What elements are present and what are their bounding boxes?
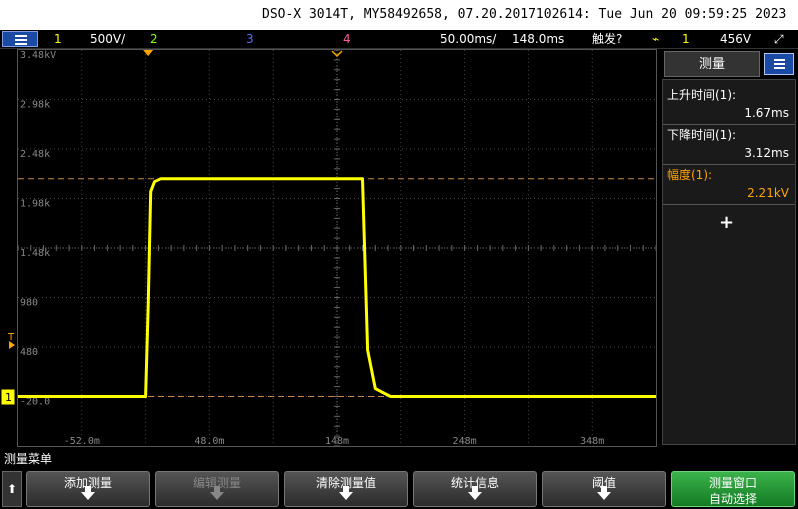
acquisition-icon: ⤢ xyxy=(774,32,784,46)
measure-rise-label: 上升时间(1): xyxy=(667,88,737,102)
ch2-number[interactable]: 2 xyxy=(150,30,158,48)
measure-fall-label: 下降时间(1): xyxy=(667,128,737,142)
x-tick-label: 248m xyxy=(453,436,477,446)
trigger-time-marker xyxy=(143,50,154,56)
top-markers xyxy=(143,50,343,58)
measure-fall-value: 3.12ms xyxy=(744,146,789,160)
window-title: DSO-X 3014T, MY58492658, 07.20.201710261… xyxy=(262,7,787,22)
y-tick-label: -20.0 xyxy=(20,397,50,408)
trigger-marker-label: T xyxy=(7,332,15,343)
timebase-scale[interactable]: 50.00ms/ xyxy=(440,30,496,48)
main-menu-icon[interactable] xyxy=(2,31,38,47)
softkey-label: 测量窗口 xyxy=(708,476,757,490)
arrow-down-icon xyxy=(468,486,482,500)
ch1-scale[interactable]: 500V/ xyxy=(90,30,125,48)
menu-title: 测量菜单 xyxy=(4,452,53,466)
tab-measure[interactable]: 测量 xyxy=(664,51,760,77)
add-measurement-icon[interactable]: + xyxy=(719,212,734,233)
measure-amplitude-label: 幅度(1): xyxy=(667,168,713,182)
x-tick-label: -52.0m xyxy=(64,436,100,446)
y-tick-label: 3.48kV xyxy=(20,50,56,61)
trigger-level[interactable]: 456V xyxy=(720,30,751,48)
y-tick-label: 2.98k xyxy=(20,100,50,111)
arrow-down-icon xyxy=(81,486,95,500)
measurement-window-button[interactable]: 测量窗口 自动选择 xyxy=(671,471,795,507)
y-tick-label: 1.48k xyxy=(20,248,50,259)
y-tick-label: 1.98k xyxy=(20,199,50,210)
y-tick-label: 980 xyxy=(20,298,38,309)
y-tick-label: 2.48k xyxy=(20,149,50,160)
side-menu-icon[interactable] xyxy=(764,53,794,75)
ch3-number[interactable]: 3 xyxy=(246,30,254,48)
left-markers: T 1 xyxy=(0,332,16,406)
ground-marker-label: 1 xyxy=(5,391,12,404)
status-bar: 1 500V/ 2 3 4 50.00ms/ 148.0ms 触发? ⌁ 1 4… xyxy=(0,30,798,49)
trigger-level-marker[interactable]: T xyxy=(7,332,15,349)
measurement-panel: 测量 上升时间(1): 1.67ms 下降时间(1): 3.12ms 幅度(1)… xyxy=(660,49,798,447)
statistics-button[interactable]: 统计信息 xyxy=(413,471,537,507)
trigger-edge-icon: ⌁ xyxy=(652,32,660,46)
waveform-display[interactable]: 3.48kV 2.98k 2.48k 1.98k 1.48k 980 480 -20.0 -5… xyxy=(17,49,657,447)
arrow-down-icon xyxy=(597,486,611,500)
time-delay[interactable]: 148.0ms xyxy=(512,30,564,48)
threshold-button[interactable]: 阈值 xyxy=(542,471,666,507)
x-tick-label: 348m xyxy=(580,436,604,446)
x-tick-label: 148m xyxy=(325,436,349,446)
y-tick-label: 480 xyxy=(20,347,38,358)
x-tick-label: 48.0m xyxy=(194,436,224,446)
x-axis-labels: -52.0m 48.0m 148m 248m 348m xyxy=(64,436,605,447)
menu-up-button[interactable]: ⬆ xyxy=(2,471,22,507)
arrow-down-icon xyxy=(210,486,224,500)
title-bar: DSO-X 3014T, MY58492658, 07.20.201710261… xyxy=(0,0,798,30)
menu-title-bar: 测量菜单 xyxy=(0,450,798,468)
trigger-mode[interactable]: 触发? xyxy=(592,30,622,48)
softkey-bar: ⬆ 添加测量 编辑测量 清除测量值 统计信息 阈值 测量窗口 自动选择 xyxy=(0,469,798,509)
add-measurement-button[interactable]: 添加测量 xyxy=(26,471,150,507)
softkey-sublabel: 自动选择 xyxy=(708,492,757,506)
trigger-source[interactable]: 1 xyxy=(682,30,690,48)
ch4-number[interactable]: 4 xyxy=(343,30,351,48)
y-axis-labels: 3.48kV 2.98k 2.48k 1.98k 1.48k 980 480 -20.0 xyxy=(20,50,56,408)
ch1-number[interactable]: 1 xyxy=(54,30,62,48)
clear-measurements-button[interactable]: 清除测量值 xyxy=(284,471,408,507)
arrow-down-icon xyxy=(339,486,353,500)
measure-rise-value: 1.67ms xyxy=(744,106,789,120)
waveform-plot: 3.48kV 2.98k 2.48k 1.98k 1.48k 980 480 -20.0 -5… xyxy=(17,49,657,447)
graticule xyxy=(17,49,657,447)
measurement-list: 上升时间(1): 1.67ms 下降时间(1): 3.12ms 幅度(1): 2… xyxy=(662,79,796,445)
ground-marker[interactable]: 1 xyxy=(0,388,16,406)
edit-measurement-button[interactable]: 编辑测量 xyxy=(155,471,279,507)
measure-amplitude-value: 2.21kV xyxy=(747,186,789,200)
